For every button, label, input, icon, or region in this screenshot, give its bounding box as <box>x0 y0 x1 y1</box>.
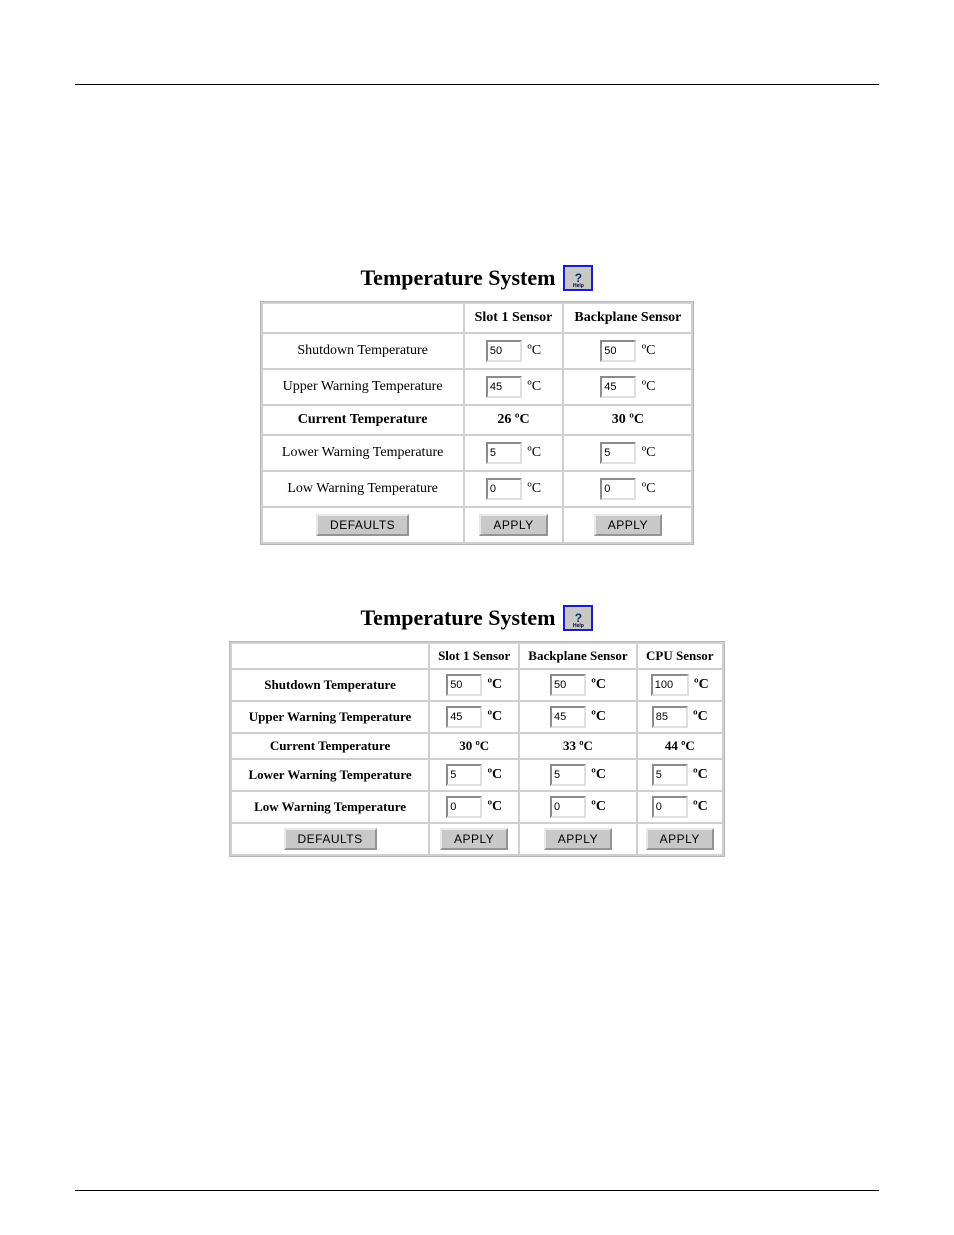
row-current-label: Current Temperature <box>232 734 428 758</box>
unit-label: ºC <box>591 709 606 724</box>
row-lowerwarn-label: Lower Warning Temperature <box>232 760 428 790</box>
temperature-panel-1: Temperature System ? Slot 1 Sensor Backp… <box>75 265 879 545</box>
row-lowwarn-label: Low Warning Temperature <box>232 792 428 822</box>
current-cpu-value: 44 ºC <box>638 734 722 758</box>
current-slot1-value: 26 ºC <box>465 406 563 434</box>
col-slot1-sensor: Slot 1 Sensor <box>430 644 518 668</box>
lowwarn-backplane-input[interactable] <box>600 478 636 500</box>
row-lowwarn-label: Low Warning Temperature <box>263 472 463 506</box>
row-lowerwarn-label: Lower Warning Temperature <box>263 436 463 470</box>
row-shutdown-label: Shutdown Temperature <box>263 334 463 368</box>
current-backplane-value-2: 33 ºC <box>520 734 635 758</box>
unit-label: ºC <box>642 481 656 496</box>
lowerwarn-slot1-input[interactable] <box>486 442 522 464</box>
unit-label: ºC <box>591 767 606 782</box>
page: Temperature System ? Slot 1 Sensor Backp… <box>0 0 954 1235</box>
current-backplane-value: 30 ºC <box>564 406 691 434</box>
lowerwarn-backplane-input-2[interactable] <box>550 764 586 786</box>
unit-label: ºC <box>693 709 708 724</box>
blank-header <box>232 644 428 668</box>
upperwarn-backplane-input[interactable] <box>600 376 636 398</box>
apply-backplane-button[interactable]: APPLY <box>594 514 662 536</box>
unit-label: ºC <box>591 677 606 692</box>
lowwarn-cpu-input[interactable] <box>652 796 688 818</box>
lowwarn-backplane-input-2[interactable] <box>550 796 586 818</box>
temperature-table-1: Slot 1 Sensor Backplane Sensor Shutdown … <box>260 301 695 545</box>
row-upperwarn-label: Upper Warning Temperature <box>263 370 463 404</box>
page-header <box>75 40 879 85</box>
unit-label: ºC <box>642 343 656 358</box>
shutdown-slot1-input-2[interactable] <box>446 674 482 696</box>
apply-cpu-button[interactable]: APPLY <box>646 828 714 850</box>
unit-label: ºC <box>693 767 708 782</box>
current-slot1-value-2: 30 ºC <box>430 734 518 758</box>
upperwarn-backplane-input-2[interactable] <box>550 706 586 728</box>
row-shutdown-label: Shutdown Temperature <box>232 670 428 700</box>
row-current-label: Current Temperature <box>263 406 463 434</box>
help-icon[interactable]: ? <box>563 605 593 631</box>
shutdown-backplane-input[interactable] <box>600 340 636 362</box>
shutdown-backplane-input-2[interactable] <box>550 674 586 696</box>
upperwarn-slot1-input[interactable] <box>486 376 522 398</box>
unit-label: ºC <box>487 677 502 692</box>
defaults-button[interactable]: DEFAULTS <box>316 514 409 536</box>
unit-label: ºC <box>487 799 502 814</box>
unit-label: ºC <box>487 709 502 724</box>
temperature-table-2: Slot 1 Sensor Backplane Sensor CPU Senso… <box>229 641 725 857</box>
apply-slot1-button[interactable]: APPLY <box>479 514 547 536</box>
defaults-button-2[interactable]: DEFAULTS <box>284 828 377 850</box>
col-slot1-sensor: Slot 1 Sensor <box>465 304 563 332</box>
apply-backplane-button-2[interactable]: APPLY <box>544 828 612 850</box>
upperwarn-slot1-input-2[interactable] <box>446 706 482 728</box>
lowwarn-slot1-input-2[interactable] <box>446 796 482 818</box>
unit-label: ºC <box>527 343 541 358</box>
upperwarn-cpu-input[interactable] <box>652 706 688 728</box>
unit-label: ºC <box>642 379 656 394</box>
unit-label: ºC <box>693 799 708 814</box>
apply-slot1-button-2[interactable]: APPLY <box>440 828 508 850</box>
lowwarn-slot1-input[interactable] <box>486 478 522 500</box>
panel-title-1: Temperature System <box>361 265 556 291</box>
blank-header <box>263 304 463 332</box>
unit-label: ºC <box>591 799 606 814</box>
page-footer <box>75 1190 879 1195</box>
panel-title-2: Temperature System <box>361 605 556 631</box>
col-cpu-sensor: CPU Sensor <box>638 644 722 668</box>
lowerwarn-backplane-input[interactable] <box>600 442 636 464</box>
unit-label: ºC <box>527 445 541 460</box>
unit-label: ºC <box>694 677 709 692</box>
unit-label: ºC <box>527 481 541 496</box>
unit-label: ºC <box>487 767 502 782</box>
col-backplane-sensor: Backplane Sensor <box>564 304 691 332</box>
temperature-panel-2: Temperature System ? Slot 1 Sensor Backp… <box>75 605 879 857</box>
unit-label: ºC <box>642 445 656 460</box>
unit-label: ºC <box>527 379 541 394</box>
help-icon[interactable]: ? <box>563 265 593 291</box>
row-upperwarn-label: Upper Warning Temperature <box>232 702 428 732</box>
lowerwarn-cpu-input[interactable] <box>652 764 688 786</box>
shutdown-cpu-input[interactable] <box>651 674 689 696</box>
lowerwarn-slot1-input-2[interactable] <box>446 764 482 786</box>
col-backplane-sensor: Backplane Sensor <box>520 644 635 668</box>
shutdown-slot1-input[interactable] <box>486 340 522 362</box>
